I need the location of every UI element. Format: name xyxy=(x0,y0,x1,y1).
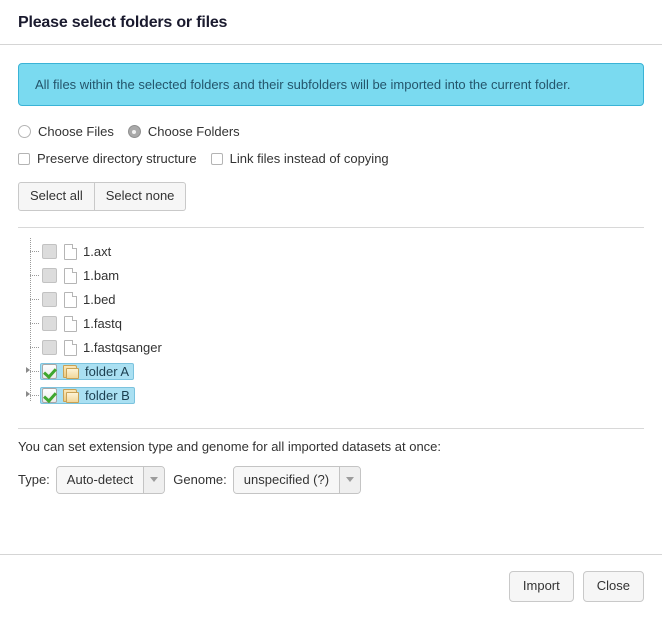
tree-item-label: 1.bam xyxy=(83,268,120,284)
folder-icon-front xyxy=(66,367,79,379)
folder-icon xyxy=(63,388,79,403)
import-button[interactable]: Import xyxy=(508,571,574,602)
tree-connector xyxy=(30,274,39,276)
table-row[interactable]: 1.axt xyxy=(28,240,644,264)
tree-item[interactable]: 1.bam xyxy=(40,267,124,285)
tree-item-label: 1.fastqsanger xyxy=(83,340,162,356)
type-label: Type: xyxy=(18,472,50,488)
file-icon xyxy=(64,339,77,356)
tree-connector xyxy=(30,346,39,348)
divider-below-tree xyxy=(18,427,644,429)
tree-item-label: folder A xyxy=(85,364,130,380)
checkbox-preserve-directory-structure[interactable]: Preserve directory structure xyxy=(18,151,197,166)
row-checkbox[interactable] xyxy=(42,244,57,260)
type-select[interactable]: Auto-detect xyxy=(55,465,166,494)
tree-item[interactable]: folder A xyxy=(40,363,135,381)
row-checkbox[interactable] xyxy=(42,292,57,308)
type-select-value: Auto-detect xyxy=(56,466,144,493)
tree-connector xyxy=(30,298,39,300)
tree-item[interactable]: folder B xyxy=(40,387,135,405)
table-row[interactable]: 1.bam xyxy=(28,264,644,288)
info-banner: All files within the selected folders an… xyxy=(18,63,644,106)
checkbox-preserve-directory-structure-label: Preserve directory structure xyxy=(37,151,197,166)
checkbox-link-files-instead-of-copying-label: Link files instead of copying xyxy=(229,151,389,166)
tree-connector xyxy=(30,370,39,372)
close-button[interactable]: Close xyxy=(582,571,644,602)
modal-header: Please select folders or files xyxy=(0,0,662,45)
chevron-down-icon[interactable] xyxy=(143,466,165,493)
radio-choose-files-indicator[interactable] xyxy=(18,125,31,138)
radio-choose-folders-indicator[interactable] xyxy=(127,125,141,138)
radio-choose-files-label: Choose Files xyxy=(38,124,114,139)
flag-option-row: Preserve directory structure Link files … xyxy=(18,151,644,166)
divider-above-tree xyxy=(18,226,644,228)
tree-item-label: 1.axt xyxy=(83,244,112,260)
tree-connector xyxy=(30,394,39,396)
settings-row: Type: Auto-detect Genome: unspecified (?… xyxy=(18,465,644,508)
tree-item-label: folder B xyxy=(85,388,130,404)
checkbox-preserve-directory-structure-box[interactable] xyxy=(18,152,30,165)
modal-footer: Import Close xyxy=(0,554,662,618)
table-row[interactable]: 1.fastqsanger xyxy=(28,336,644,360)
tree-item[interactable]: 1.bed xyxy=(40,291,121,309)
row-checkbox[interactable] xyxy=(42,268,57,284)
file-icon xyxy=(64,315,77,332)
genome-select[interactable]: unspecified (?) xyxy=(232,465,362,494)
tree-item-label: 1.fastq xyxy=(83,316,123,332)
radio-choose-files[interactable]: Choose Files xyxy=(18,124,114,139)
tree-item[interactable]: 1.fastqsanger xyxy=(40,339,167,357)
table-row[interactable]: 1.bed xyxy=(28,288,644,312)
file-icon xyxy=(64,291,77,308)
file-icon xyxy=(64,267,77,284)
radio-choose-folders-label: Choose Folders xyxy=(147,124,240,139)
tree-item[interactable]: 1.axt xyxy=(40,243,116,261)
file-tree: 1.axt 1.bam 1.bed 1.fastq 1.fastqsanger … xyxy=(18,237,644,412)
selection-button-group: Select all Select none xyxy=(18,182,187,211)
row-checkbox[interactable] xyxy=(42,388,57,404)
genome-label: Genome: xyxy=(173,472,227,488)
source-option-row: Choose Files Choose Folders xyxy=(18,124,644,139)
select-all-button[interactable]: Select all xyxy=(18,182,95,211)
chevron-right-icon[interactable] xyxy=(26,390,30,397)
folder-icon xyxy=(63,364,79,379)
select-none-button[interactable]: Select none xyxy=(94,182,187,211)
row-checkbox[interactable] xyxy=(42,316,57,332)
tree-item-label: 1.bed xyxy=(83,292,116,308)
chevron-down-icon[interactable] xyxy=(339,466,361,493)
checkbox-link-files-instead-of-copying[interactable]: Link files instead of copying xyxy=(210,151,389,166)
radio-choose-folders[interactable]: Choose Folders xyxy=(127,124,240,139)
row-checkbox[interactable] xyxy=(42,340,57,356)
file-icon xyxy=(64,243,77,260)
settings-note: You can set extension type and genome fo… xyxy=(18,438,442,454)
row-checkbox[interactable] xyxy=(42,364,57,380)
table-row[interactable]: folder A xyxy=(26,360,644,384)
tree-item[interactable]: 1.fastq xyxy=(40,315,127,333)
page-title: Please select folders or files xyxy=(18,14,228,31)
table-row[interactable]: folder B xyxy=(26,384,644,408)
folder-icon-front xyxy=(66,391,79,403)
tree-connector xyxy=(30,250,39,252)
table-row[interactable]: 1.fastq xyxy=(28,312,644,336)
checkbox-link-files-instead-of-copying-box[interactable] xyxy=(210,152,223,165)
chevron-right-icon[interactable] xyxy=(26,366,30,373)
genome-select-value: unspecified (?) xyxy=(233,466,340,493)
modal-body: All files within the selected folders an… xyxy=(0,45,662,508)
tree-connector xyxy=(30,322,39,324)
